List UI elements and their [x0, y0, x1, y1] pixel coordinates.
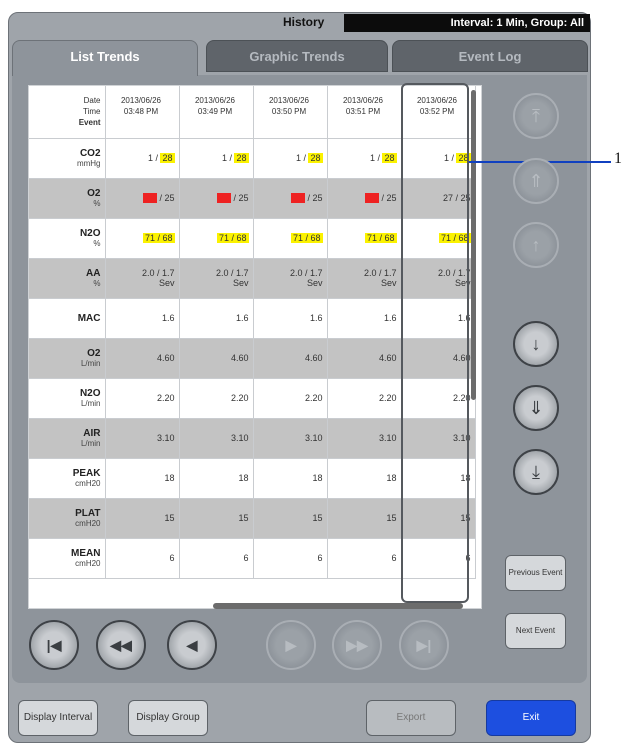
table-cell: 27 / 25 [253, 178, 328, 219]
vertical-scrollbar[interactable] [471, 90, 476, 400]
column-header[interactable]: 2013/06/26 03:50 PM [253, 86, 328, 139]
row-label: AA% [29, 258, 106, 299]
first-page-icon: |◀ [46, 637, 62, 653]
double-up-bar-icon: ⤒ [532, 106, 540, 126]
table-cell: 2.20 [253, 378, 328, 419]
table-cell: 1 / 28 [327, 138, 402, 179]
header-label: Date Time Event [29, 86, 106, 139]
export-button[interactable]: Export [366, 700, 456, 736]
table-cell: 27 / 25 [179, 178, 254, 219]
table-cell: 3.10 [105, 418, 180, 459]
table-cell: 3.10 [253, 418, 328, 459]
scroll-down-button[interactable]: ↓ [513, 321, 559, 367]
scroll-to-bottom-button[interactable]: ⤓ [513, 449, 559, 495]
double-down-bar-icon: ⤓ [532, 462, 540, 482]
double-right-arrow-icon: ▶▶ [346, 637, 368, 653]
callout-number: 1 [614, 150, 622, 167]
tab-list-trends[interactable]: List Trends [12, 40, 198, 76]
row-label: PEAK cmH20 [29, 458, 106, 499]
page-right-button[interactable]: ▶▶ [332, 620, 382, 670]
next-event-button[interactable]: Next Event [505, 613, 566, 649]
scroll-up-button[interactable]: ↑ [513, 222, 559, 268]
table-cell: 27 / 25 [327, 178, 402, 219]
table-cell: 71 / 68 [179, 218, 254, 259]
table-cell: 6 [327, 538, 402, 579]
table-cell: 2.0 / 1.7 Sev [179, 258, 254, 299]
column-header[interactable]: 2013/06/26 03:48 PM [105, 86, 180, 139]
table-cell: 71 / 68 [253, 218, 328, 259]
table-cell: 3.10 [327, 418, 402, 459]
table-cell: 1.6 [327, 298, 402, 339]
table-cell: 4.60 [179, 338, 254, 379]
table-cell: 1 / 28 [105, 138, 180, 179]
horizontal-scrollbar[interactable] [213, 603, 463, 609]
table-cell: 2.20 [105, 378, 180, 419]
left-arrow-icon: ◀ [186, 637, 198, 653]
row-label: O2 L/min [29, 338, 106, 379]
page-down-button[interactable]: ⇓ [513, 385, 559, 431]
table-cell: 6 [105, 538, 180, 579]
selected-column-cursor [401, 83, 469, 603]
display-group-button[interactable]: Display Group [128, 700, 208, 736]
table-cell: 4.60 [105, 338, 180, 379]
table-cell: 1.6 [179, 298, 254, 339]
right-arrow-icon: ▶ [285, 637, 297, 653]
up-arrow-icon: ↑ [531, 235, 541, 255]
interval-status: Interval: 1 Min, Group: All [344, 14, 590, 32]
table-cell: 18 [105, 458, 180, 499]
page-up-button[interactable]: ⇑ [513, 158, 559, 204]
table-cell: 15 [179, 498, 254, 539]
table-cell: 2.20 [327, 378, 402, 419]
row-label: N2O L/min [29, 378, 106, 419]
double-left-arrow-icon: ◀◀ [110, 637, 132, 653]
table-cell: 2.0 / 1.7 Sev [253, 258, 328, 299]
display-interval-button[interactable]: Display Interval [18, 700, 98, 736]
table-cell: 18 [179, 458, 254, 499]
tab-event-log[interactable]: Event Log [392, 40, 588, 72]
previous-event-button[interactable]: Previous Event [505, 555, 566, 591]
scroll-right-button[interactable]: ▶ [266, 620, 316, 670]
down-arrow-icon: ↓ [531, 334, 541, 354]
window-title: History [283, 15, 325, 29]
row-label: AIR L/min [29, 418, 106, 459]
table-cell: 4.60 [253, 338, 328, 379]
double-up-arrow-icon: ⇑ [528, 171, 544, 191]
table-cell: 71 / 68 [327, 218, 402, 259]
row-label: MEAN cmH20 [29, 538, 106, 579]
row-label: N2O% [29, 218, 106, 259]
table-cell: 15 [105, 498, 180, 539]
column-header[interactable]: 2013/06/26 03:49 PM [179, 86, 254, 139]
table-cell: 18 [327, 458, 402, 499]
table-cell: 15 [253, 498, 328, 539]
scroll-to-top-button[interactable]: ⤒ [513, 93, 559, 139]
table-cell: 2.20 [179, 378, 254, 419]
table-cell: 1 / 28 [253, 138, 328, 179]
table-cell: 15 [327, 498, 402, 539]
scroll-left-button[interactable]: ◀ [167, 620, 217, 670]
table-cell: 27 / 25 [105, 178, 180, 219]
first-page-button[interactable]: |◀ [29, 620, 79, 670]
table-cell: 1.6 [253, 298, 328, 339]
double-down-arrow-icon: ⇓ [528, 398, 544, 418]
row-label: MAC [29, 298, 106, 339]
table-cell: 6 [179, 538, 254, 579]
table-cell: 3.10 [179, 418, 254, 459]
exit-button[interactable]: Exit [486, 700, 576, 736]
table-cell: 71 / 68 [105, 218, 180, 259]
table-cell: 2.0 / 1.7 Sev [327, 258, 402, 299]
last-page-button[interactable]: ▶| [399, 620, 449, 670]
table-cell: 18 [253, 458, 328, 499]
row-label: PLAT cmH20 [29, 498, 106, 539]
table-cell: 1 / 28 [179, 138, 254, 179]
last-page-icon: ▶| [416, 637, 432, 653]
row-label: CO2 mmHg [29, 138, 106, 179]
table-cell: 1.6 [105, 298, 180, 339]
column-header[interactable]: 2013/06/26 03:51 PM [327, 86, 402, 139]
table-cell: 4.60 [327, 338, 402, 379]
row-label: O2% [29, 178, 106, 219]
tab-graphic-trends[interactable]: Graphic Trends [206, 40, 388, 72]
table-cell: 6 [253, 538, 328, 579]
table-cell: 2.0 / 1.7 Sev [105, 258, 180, 299]
page-left-button[interactable]: ◀◀ [96, 620, 146, 670]
